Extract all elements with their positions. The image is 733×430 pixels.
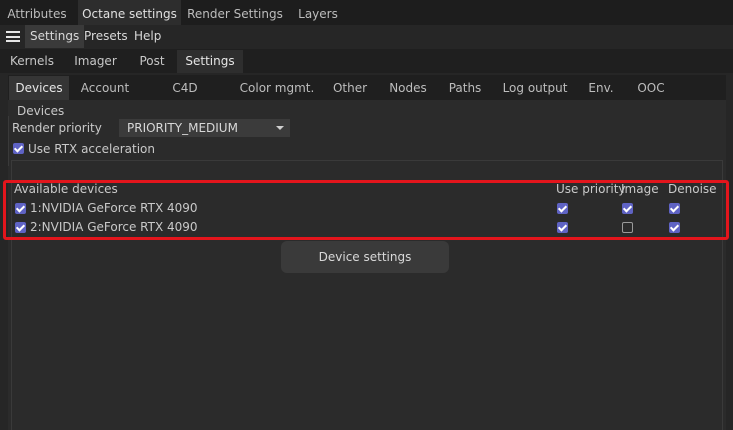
subtab-post[interactable]: Post [132,50,172,73]
devices-group-title: Devices [17,104,65,118]
tab-c4d-shaders[interactable]: C4D shaders [147,76,223,119]
tab-nodes[interactable]: Nodes [385,76,431,100]
tab-layers[interactable]: Layers [292,0,344,28]
render-priority-select[interactable]: PRIORITY_MEDIUM [119,119,290,137]
tab-devices[interactable]: Devices [9,76,69,100]
menu-presets[interactable]: Presets [79,25,133,48]
hamburger-menu-icon[interactable] [6,31,20,42]
use-rtx-label: Use RTX acceleration [28,142,155,156]
tab-log-output[interactable]: Log output [500,76,570,100]
menu-help[interactable]: Help [129,25,166,48]
subtab-settings[interactable]: Settings [177,50,243,73]
tab-color-mgmt[interactable]: Color mgmt. [238,76,316,100]
tab-ooc[interactable]: OOC [631,76,671,100]
use-rtx-checkbox[interactable] [13,143,24,154]
tab-paths[interactable]: Paths [444,76,486,100]
chevron-down-icon [276,126,284,130]
available-devices-highlight [3,180,729,240]
device-settings-button[interactable]: Device settings [281,241,449,273]
subtab-kernels[interactable]: Kernels [6,50,58,73]
group-divider [8,116,9,166]
render-priority-label: Render priority [12,121,102,135]
render-priority-value: PRIORITY_MEDIUM [127,121,238,135]
menu-settings[interactable]: Settings [25,25,85,48]
tab-account[interactable]: Account [76,76,134,100]
tab-attributes[interactable]: Attributes [0,0,74,28]
tab-env[interactable]: Env. [584,76,618,100]
tab-octane-settings[interactable]: Octane settings [78,0,181,28]
tab-render-settings[interactable]: Render Settings [185,0,285,28]
subtab-imager[interactable]: Imager [68,50,123,73]
tab-other[interactable]: Other [328,76,372,100]
